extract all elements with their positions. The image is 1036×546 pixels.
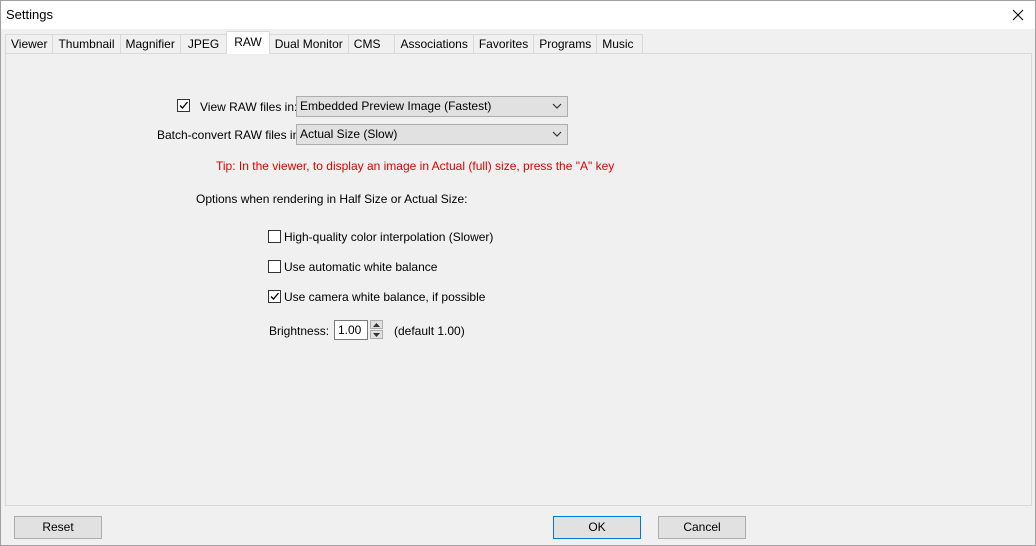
tab-cms[interactable]: CMS	[347, 34, 396, 54]
tab-viewer[interactable]: Viewer	[5, 34, 54, 54]
arrow-down-icon	[373, 332, 380, 337]
tab-favorites[interactable]: Favorites	[472, 34, 535, 54]
tip-text: Tip: In the viewer, to display an image …	[216, 159, 615, 173]
view-raw-label: View RAW files in:	[200, 100, 298, 114]
camera-white-balance-checkbox[interactable]	[268, 290, 281, 303]
batch-convert-selected: Actual Size (Slow)	[300, 127, 398, 141]
tab-associations[interactable]: Associations	[394, 34, 474, 54]
close-button[interactable]	[1001, 1, 1035, 29]
view-raw-selected: Embedded Preview Image (Fastest)	[300, 99, 492, 113]
auto-white-balance-checkbox[interactable]	[268, 260, 281, 273]
arrow-up-icon	[373, 322, 380, 327]
high-quality-interpolation-label: High-quality color interpolation (Slower…	[284, 230, 494, 244]
tab-dual-monitor[interactable]: Dual Monitor	[268, 34, 349, 54]
tab-thumbnail[interactable]: Thumbnail	[52, 34, 121, 54]
cancel-button[interactable]: Cancel	[658, 516, 746, 539]
tab-strip: Viewer Thumbnail Magnifier JPEG RAW Dual…	[5, 31, 643, 54]
view-raw-checkbox[interactable]	[177, 99, 190, 112]
batch-convert-label: Batch-convert RAW files in:	[157, 128, 303, 142]
chevron-down-icon	[552, 103, 562, 109]
brightness-down-button[interactable]	[370, 330, 383, 339]
tab-raw[interactable]: RAW	[226, 31, 270, 54]
title-bar: Settings	[1, 1, 1035, 29]
view-raw-select[interactable]: Embedded Preview Image (Fastest)	[296, 96, 568, 117]
tab-jpeg[interactable]: JPEG	[179, 34, 228, 54]
window-title: Settings	[6, 7, 53, 22]
settings-window: Settings Viewer Thumbnail Magnifier JPEG…	[0, 0, 1036, 546]
options-heading: Options when rendering in Half Size or A…	[196, 192, 468, 206]
reset-button[interactable]: Reset	[14, 516, 102, 539]
brightness-label: Brightness:	[269, 324, 330, 338]
close-icon	[1012, 9, 1024, 21]
tab-programs[interactable]: Programs	[533, 34, 598, 54]
checkmark-icon	[270, 292, 279, 300]
brightness-default-text: (default 1.00)	[394, 324, 465, 338]
ok-button[interactable]: OK	[553, 516, 641, 539]
chevron-down-icon	[552, 131, 562, 137]
auto-white-balance-label: Use automatic white balance	[284, 260, 438, 274]
tab-music[interactable]: Music	[596, 34, 643, 54]
batch-convert-select[interactable]: Actual Size (Slow)	[296, 124, 568, 145]
brightness-input[interactable]: 1.00	[334, 320, 368, 340]
checkmark-icon	[179, 101, 188, 109]
high-quality-interpolation-checkbox[interactable]	[268, 230, 281, 243]
camera-white-balance-label: Use camera white balance, if possible	[284, 290, 486, 304]
brightness-up-button[interactable]	[370, 320, 383, 329]
raw-settings-panel: View RAW files in: Embedded Preview Imag…	[5, 53, 1032, 506]
tab-magnifier[interactable]: Magnifier	[119, 34, 181, 54]
